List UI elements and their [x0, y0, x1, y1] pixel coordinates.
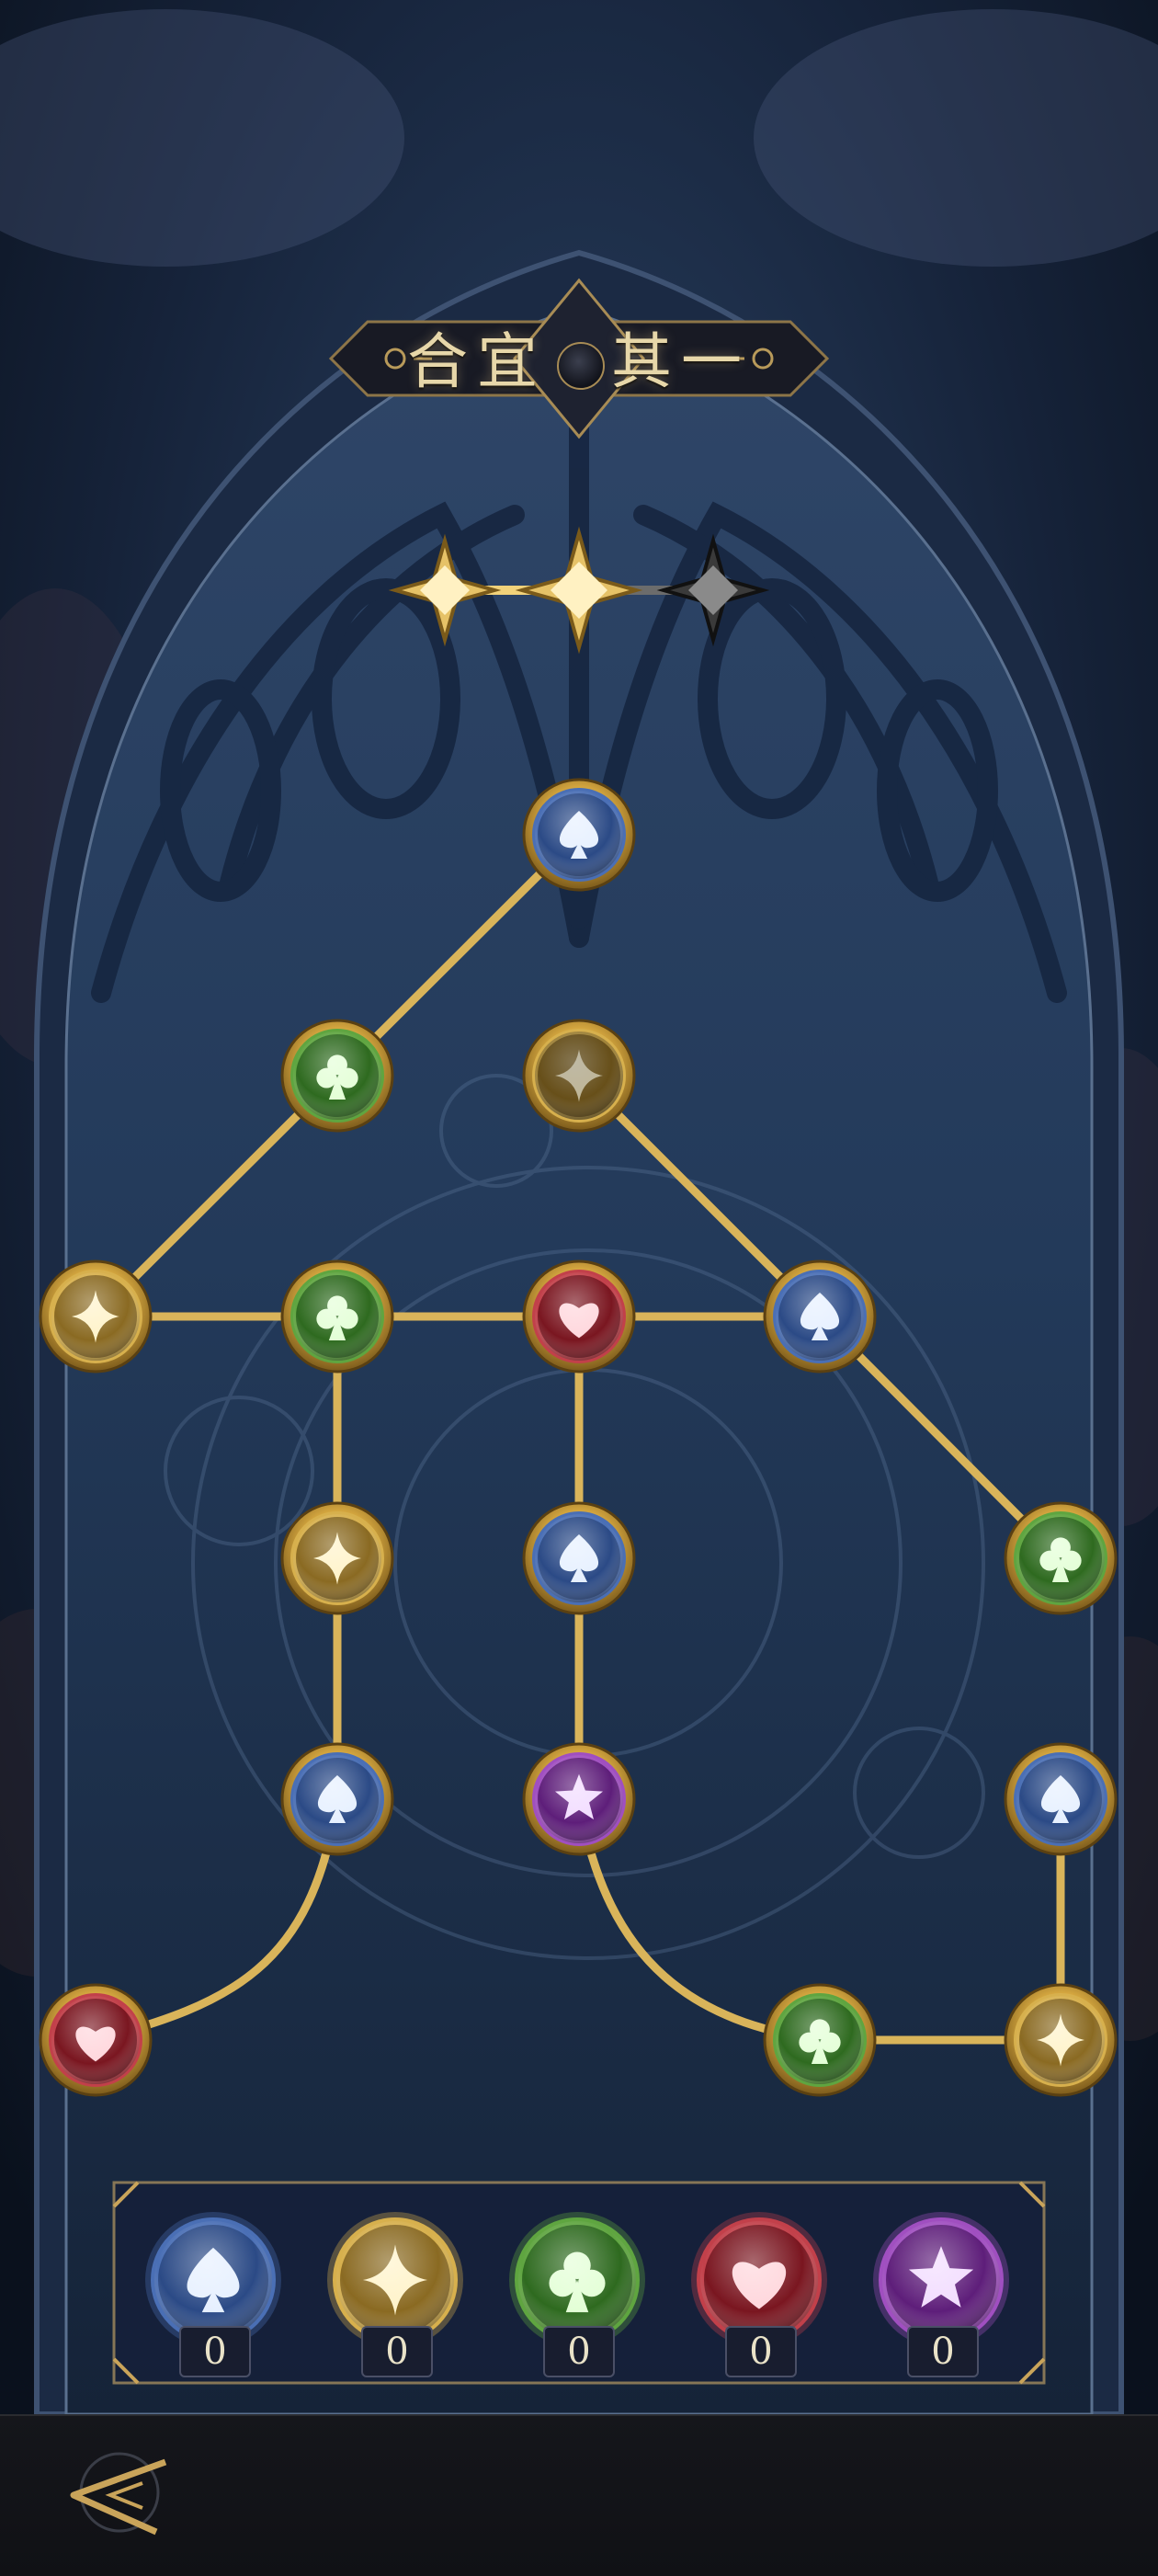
skill-node-diamond[interactable]: [39, 1260, 153, 1373]
skill-node-diamond[interactable]: [280, 1501, 394, 1615]
skill-node-club[interactable]: [1004, 1501, 1118, 1615]
inventory-count-club: 0: [543, 2326, 615, 2377]
title-right: 其一: [611, 326, 751, 397]
skill-node-spade[interactable]: [280, 1742, 394, 1856]
skill-node-spade[interactable]: [522, 778, 636, 892]
title-separator-dot: [557, 342, 605, 390]
skill-node-diamond[interactable]: [522, 1019, 636, 1133]
skill-node-spade[interactable]: [763, 1260, 877, 1373]
skill-node-club[interactable]: [280, 1260, 394, 1373]
inventory-count-spade: 0: [179, 2326, 251, 2377]
skill-node-heart[interactable]: [522, 1260, 636, 1373]
inventory-count-star: 0: [907, 2326, 979, 2377]
back-arrow-icon: [70, 2452, 167, 2536]
inventory-count-diamond: 0: [361, 2326, 433, 2377]
skill-node-club[interactable]: [280, 1019, 394, 1133]
skill-node-spade[interactable]: [522, 1501, 636, 1615]
skill-node-spade[interactable]: [1004, 1742, 1118, 1856]
skill-node-club[interactable]: [763, 1983, 877, 2097]
back-button[interactable]: [55, 2442, 175, 2543]
inventory-count-heart: 0: [725, 2326, 797, 2377]
skill-node-diamond[interactable]: [1004, 1983, 1118, 2097]
skill-node-heart[interactable]: [39, 1983, 153, 2097]
skill-node-star[interactable]: [522, 1742, 636, 1856]
title-left: 合宜: [407, 326, 547, 397]
